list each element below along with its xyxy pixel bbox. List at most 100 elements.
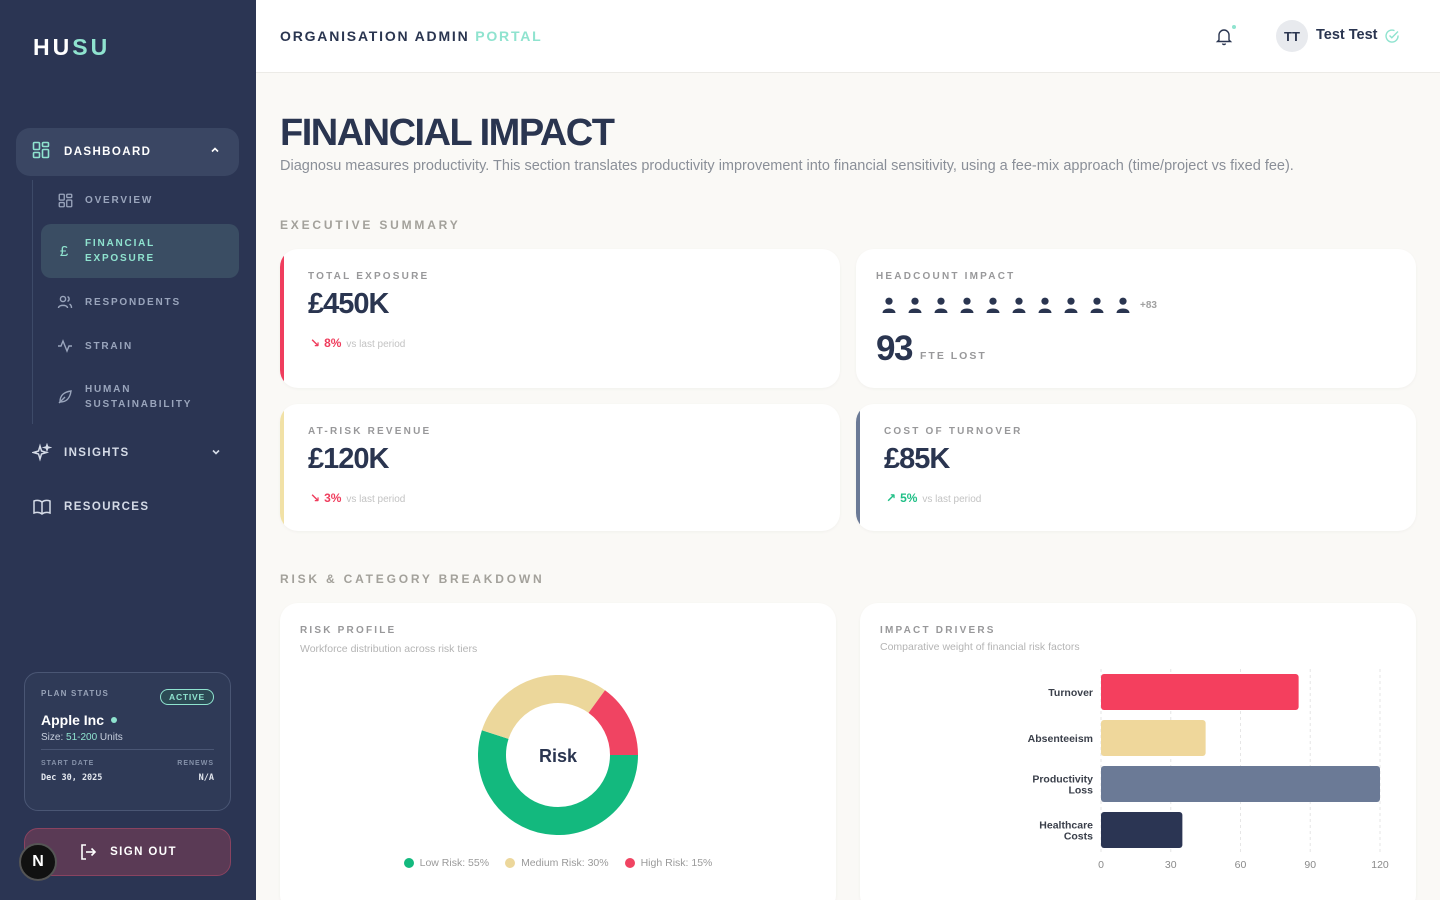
org-size-value: 51-200 xyxy=(66,732,98,743)
kpi-value: £120K xyxy=(308,443,389,475)
y-category-label: Absenteeism xyxy=(1028,733,1093,745)
nav-dashboard[interactable]: DASHBOARD xyxy=(16,128,239,176)
bar-productivity-loss[interactable] xyxy=(1101,766,1380,802)
next-dev-badge[interactable]: N xyxy=(19,843,57,881)
risk-profile-card: RISK PROFILE Workforce distribution acro… xyxy=(280,603,836,900)
start-date-value: Dec 30, 2025 xyxy=(41,773,103,783)
kpi-delta: ↘ 8% vs last period xyxy=(310,336,405,350)
donut-slice-medium-risk[interactable] xyxy=(481,675,606,740)
logout-icon xyxy=(78,842,98,862)
donut-slice-high-risk[interactable] xyxy=(588,690,638,756)
activity-icon xyxy=(57,338,73,354)
y-category-label: Healthcare Costs xyxy=(1039,820,1093,843)
card-title: RISK PROFILE xyxy=(300,625,397,636)
chevron-up-icon xyxy=(209,143,221,161)
logo-accent-text: SU xyxy=(72,34,111,60)
portal-title: ORGANISATION ADMIN PORTAL xyxy=(280,28,543,44)
headcount-more-count: +83 xyxy=(1140,299,1157,311)
kpi-label: HEADCOUNT IMPACT xyxy=(876,271,1016,282)
kpi-delta-value: 5% xyxy=(900,491,918,505)
legend-swatch xyxy=(505,858,516,868)
x-tick-label: 30 xyxy=(1165,859,1177,871)
legend-item: High Risk: 15% xyxy=(624,857,712,869)
kpi-card-at-risk-revenue: AT-RISK REVENUE £120K ↘ 3% vs last perio… xyxy=(280,404,840,531)
risk-legend: Low Risk: 55% Medium Risk: 30% High Risk… xyxy=(280,857,836,869)
legend-swatch xyxy=(403,858,414,868)
person-icon xyxy=(1058,297,1084,313)
kpi-value: £450K xyxy=(308,288,389,320)
plan-status-card: PLAN STATUS ACTIVE Apple Inc Size: 51-20… xyxy=(24,672,231,811)
start-date-label: START DATE xyxy=(41,760,95,767)
subnav-item-financial-exposure[interactable]: £ FINANCIAL EXPOSURE xyxy=(41,224,239,278)
subnav-divider xyxy=(32,180,33,424)
subnav-item-strain[interactable]: STRAIN xyxy=(41,332,239,360)
y-category-label: Productivity Loss xyxy=(1032,774,1093,797)
kpi-value: 93 xyxy=(876,329,913,368)
legend-swatch xyxy=(624,858,635,868)
legend-label: Medium Risk: 30% xyxy=(521,857,609,869)
person-icon xyxy=(954,297,980,313)
logo[interactable]: HUSU xyxy=(33,34,110,61)
bar-healthcare-costs[interactable] xyxy=(1101,812,1183,848)
person-icon xyxy=(876,297,902,313)
x-tick-label: 0 xyxy=(1098,859,1104,871)
kpi-compare-text: vs last period xyxy=(346,494,406,505)
kpi-delta: ↗ 5% vs last period xyxy=(886,491,981,505)
legend-item: Medium Risk: 30% xyxy=(505,857,609,869)
org-size-suffix: Units xyxy=(97,732,123,743)
logo-text: HU xyxy=(33,34,73,60)
nav-resources[interactable]: RESOURCES xyxy=(32,497,222,517)
kpi-card-total-exposure: TOTAL EXPOSURE £450K ↘ 8% vs last period xyxy=(280,249,840,388)
org-name-text: Apple Inc xyxy=(41,712,105,728)
avatar[interactable]: TT xyxy=(1276,20,1308,52)
nav-insights-label: INSIGHTS xyxy=(64,447,130,459)
renews-value: N/A xyxy=(198,773,214,783)
sidebar: HUSU DASHBOARD OVERVIEW £ FINANCIAL EXPO… xyxy=(0,0,256,900)
org-size: Size: 51-200 Units xyxy=(41,732,214,743)
legend-label: Low Risk: 55% xyxy=(419,857,490,869)
org-size-prefix: Size: xyxy=(41,732,67,743)
arrow-up-right-icon: ↗ xyxy=(886,491,897,505)
arrow-down-right-icon: ↘ xyxy=(310,336,321,350)
username[interactable]: Test Test xyxy=(1316,27,1378,43)
renews-label: RENEWS xyxy=(177,760,214,767)
chevron-down-icon xyxy=(210,446,222,461)
status-badge: ACTIVE xyxy=(160,689,214,705)
portal-title-accent: PORTAL xyxy=(475,28,543,44)
dashboard-grid-icon xyxy=(32,141,50,164)
kpi-card-headcount-impact: HEADCOUNT IMPACT +83 93 FTE LOST xyxy=(856,249,1416,388)
y-category-label: Turnover xyxy=(1048,687,1093,699)
person-icon xyxy=(902,297,928,313)
kpi-value: £85K xyxy=(884,443,950,475)
users-icon xyxy=(57,294,73,310)
kpi-label: TOTAL EXPOSURE xyxy=(308,271,430,282)
person-icon xyxy=(1110,297,1136,313)
kpi-label: AT-RISK REVENUE xyxy=(308,426,432,437)
kpi-label: COST OF TURNOVER xyxy=(884,426,1023,437)
subnav-item-human-sustainability[interactable]: HUMAN SUSTAINABILITY xyxy=(41,374,239,420)
bar-turnover[interactable] xyxy=(1101,674,1299,710)
page-title: FINANCIAL IMPACT xyxy=(280,112,615,154)
plan-divider xyxy=(41,749,214,750)
overview-grid-icon xyxy=(57,192,73,208)
kpi-unit: FTE LOST xyxy=(920,350,987,362)
notification-button[interactable] xyxy=(1214,25,1236,51)
risk-breakdown-heading: RISK & CATEGORY BREAKDOWN xyxy=(280,572,545,586)
kpi-delta: ↘ 3% vs last period xyxy=(310,491,405,505)
subnav-item-label: RESPONDENTS xyxy=(85,296,181,308)
book-open-icon xyxy=(32,497,52,517)
x-tick-label: 120 xyxy=(1371,859,1389,871)
subnav-item-respondents[interactable]: RESPONDENTS xyxy=(41,288,239,316)
kpi-compare-text: vs last period xyxy=(346,339,406,350)
verified-check-icon xyxy=(1384,28,1400,49)
plan-dates: START DATE Dec 30, 2025 RENEWS N/A xyxy=(41,760,214,783)
kpi-compare-text: vs last period xyxy=(922,494,982,505)
status-dot xyxy=(111,717,118,723)
legend-item: Low Risk: 55% xyxy=(403,857,490,869)
subnav-item-overview[interactable]: OVERVIEW xyxy=(41,186,239,214)
subnav-item-label: STRAIN xyxy=(85,340,134,352)
bar-absenteeism[interactable] xyxy=(1101,720,1206,756)
nav-insights[interactable]: INSIGHTS xyxy=(32,443,222,463)
donut-center-label: Risk xyxy=(539,746,578,766)
person-icon xyxy=(1084,297,1110,313)
